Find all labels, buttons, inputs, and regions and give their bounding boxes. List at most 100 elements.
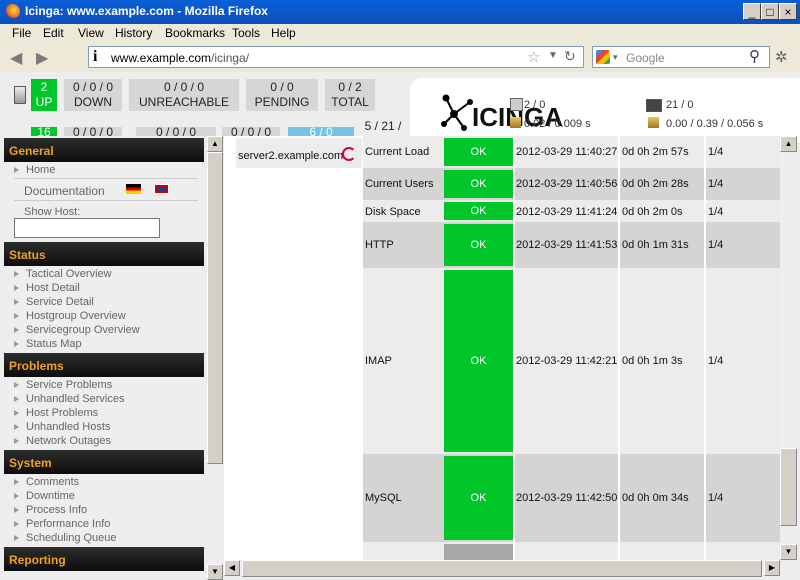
service-name-link[interactable]: Current Load <box>363 145 429 159</box>
sidebar-item-scheduling-queue[interactable]: Scheduling Queue <box>4 531 204 545</box>
menu-help[interactable]: Help <box>271 26 296 40</box>
scroll-up-arrow-icon[interactable]: ▲ <box>780 136 797 152</box>
menu-history[interactable]: History <box>115 26 152 40</box>
hosts-down-box[interactable]: 0 / 0 / 0 DOWN <box>64 79 122 111</box>
forward-arrow-icon[interactable]: ▶ <box>36 48 48 68</box>
reload-icon[interactable]: ↻ <box>564 48 576 65</box>
hosts-pending-counts: 0 / 0 <box>270 80 294 94</box>
search-bar[interactable]: ▾ Google ⚲ <box>592 46 770 68</box>
search-placeholder: Google <box>626 51 665 65</box>
sidebar-item-service-problems[interactable]: Service Problems <box>4 378 204 392</box>
page-content: 2 UP 0 / 0 / 0 DOWN 0 / 0 / 0 UNREACHABL… <box>0 72 800 580</box>
sidebar-item-servicegroup-overview[interactable]: Servicegroup Overview <box>4 323 204 337</box>
status-badge: OK <box>444 270 513 452</box>
attempt: 1/4 <box>708 178 724 190</box>
hourglass-icon <box>648 117 659 128</box>
sidebar-item-comments[interactable]: Comments <box>4 475 204 489</box>
sidebar-item-service-detail[interactable]: Service Detail <box>4 295 204 309</box>
english-flag-icon[interactable] <box>154 184 169 194</box>
main-vertical-scroll-thumb[interactable] <box>780 448 797 526</box>
sidebar-item-documentation[interactable]: Documentation <box>4 184 204 198</box>
divider <box>14 178 198 179</box>
search-icon[interactable]: ⚲ <box>749 47 760 65</box>
menu-edit[interactable]: Edit <box>43 26 64 40</box>
show-host-input[interactable] <box>14 218 160 238</box>
divider <box>14 200 198 201</box>
menu-file[interactable]: File <box>12 26 31 40</box>
back-arrow-icon[interactable]: ◀ <box>10 48 22 68</box>
sidebar-item-tactical-overview[interactable]: Tactical Overview <box>4 267 204 281</box>
bullet-icon <box>14 438 19 444</box>
sidebar-item-status-map[interactable]: Status Map <box>4 337 204 351</box>
duration: 0d 0h 2m 57s <box>622 146 689 158</box>
menu-tools[interactable]: Tools <box>232 26 260 40</box>
sidebar-item-downtime[interactable]: Downtime <box>4 489 204 503</box>
scroll-up-arrow-icon[interactable]: ▲ <box>207 136 223 152</box>
sidebar-scrollbar[interactable]: ▲ ▼ <box>207 136 223 580</box>
service-name-link[interactable]: HTTP <box>363 238 394 252</box>
bullet-icon <box>14 341 19 347</box>
site-identity-icon[interactable]: i <box>93 48 97 66</box>
service-name-link[interactable]: Current Users <box>363 177 433 191</box>
sidebar-item-performance-info[interactable]: Performance Info <box>4 517 204 531</box>
sidebar-scroll-thumb[interactable] <box>207 152 223 464</box>
bookmark-star-icon[interactable]: ☆ <box>527 48 540 66</box>
service-name-link[interactable]: MySQL <box>363 491 402 505</box>
last-check: 2012-03-29 11:41:53 <box>516 239 618 251</box>
search-engine-dropdown-icon[interactable]: ▾ <box>613 52 618 63</box>
duration: 0d 0h 1m 31s <box>622 239 689 251</box>
address-url[interactable]: www.example.com/icinga/ <box>111 51 249 65</box>
sidebar-item-unhandled-services[interactable]: Unhandled Services <box>4 392 204 406</box>
table-row <box>363 542 780 560</box>
close-button[interactable]: × <box>779 3 797 20</box>
toolbar-extension-icon[interactable]: ✲ <box>775 48 788 66</box>
main-horizontal-scroll-thumb[interactable] <box>242 560 762 577</box>
menu-bookmarks[interactable]: Bookmarks <box>165 26 225 40</box>
scroll-right-arrow-icon[interactable]: ▶ <box>764 560 780 576</box>
google-icon[interactable] <box>596 50 610 64</box>
bullet-icon <box>14 479 19 485</box>
scroll-down-arrow-icon[interactable]: ▼ <box>207 564 223 580</box>
hosts-total-box[interactable]: 0 / 2 TOTAL <box>325 79 375 111</box>
menu-view[interactable]: View <box>78 26 104 40</box>
sidebar-item-hostgroup-overview[interactable]: Hostgroup Overview <box>4 309 204 323</box>
address-bar[interactable]: i www.example.com/icinga/ ☆ ▼ ↻ <box>88 46 584 68</box>
services-total-counts: 5 / 21 / <box>364 119 402 133</box>
window-title-bar[interactable]: Icinga: www.example.com - Mozilla Firefo… <box>0 0 800 24</box>
section-header-problems: Problems <box>4 353 204 377</box>
main-horizontal-scrollbar[interactable]: ◀ ▶ <box>224 560 780 577</box>
main-vertical-scrollbar[interactable]: ▲ ▼ <box>780 136 797 560</box>
hosts-unreachable-box[interactable]: 0 / 0 / 0 UNREACHABLE <box>129 79 239 111</box>
sidebar-item-home[interactable]: Home <box>4 163 204 177</box>
hosts-pending-box[interactable]: 0 / 0 PENDING <box>246 79 318 111</box>
hourglass-icon <box>510 117 521 128</box>
show-host-label: Show Host: <box>24 206 81 218</box>
scroll-down-arrow-icon[interactable]: ▼ <box>780 544 797 560</box>
host-name-link[interactable]: server2.example.com <box>236 149 343 163</box>
sidebar-item-unhandled-hosts[interactable]: Unhandled Hosts <box>4 420 204 434</box>
sidebar-item-host-problems[interactable]: Host Problems <box>4 406 204 420</box>
service-name-link[interactable]: Disk Space <box>363 205 421 219</box>
sidebar-item-network-outages[interactable]: Network Outages <box>4 434 204 448</box>
hosts-down-counts: 0 / 0 / 0 <box>72 80 114 94</box>
menu-bar: File Edit View History Bookmarks Tools H… <box>0 24 800 42</box>
hosts-down-label: DOWN <box>74 95 112 109</box>
sidebar-item-host-detail[interactable]: Host Detail <box>4 281 204 295</box>
sidebar-item-process-info[interactable]: Process Info <box>4 503 204 517</box>
maximize-button[interactable]: □ <box>761 3 779 20</box>
services-total-box[interactable]: 5 / 21 / <box>361 119 405 135</box>
navigation-toolbar: ◀ ▶ i www.example.com/icinga/ ☆ ▼ ↻ ▾ Go… <box>0 42 800 73</box>
hosts-total-label: TOTAL <box>331 95 369 109</box>
status-badge: OK <box>444 170 513 198</box>
attempt: 1/4 <box>708 206 724 218</box>
firefox-icon <box>5 4 20 19</box>
last-check: 2012-03-29 11:41:24 <box>516 206 618 218</box>
minimize-button[interactable]: _ <box>743 3 761 20</box>
german-flag-icon[interactable] <box>126 184 141 194</box>
duration: 0d 0h 1m 3s <box>622 355 683 367</box>
service-name-link[interactable]: IMAP <box>363 354 392 368</box>
hosts-up-box[interactable]: 2 UP <box>31 79 57 111</box>
scroll-left-arrow-icon[interactable]: ◀ <box>224 560 240 576</box>
history-dropdown-icon[interactable]: ▼ <box>548 50 558 61</box>
last-check: 2012-03-29 11:40:56 <box>516 178 618 190</box>
